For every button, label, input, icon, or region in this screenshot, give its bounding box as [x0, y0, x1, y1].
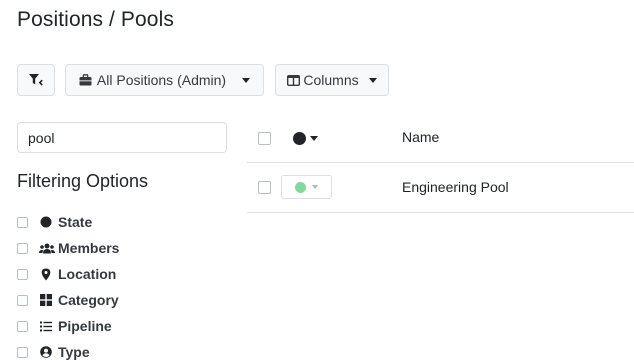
- filter-option-category[interactable]: Category: [17, 287, 119, 313]
- row-checkbox[interactable]: [258, 181, 271, 194]
- filter-checkbox[interactable]: [17, 320, 28, 332]
- table-row: Engineering Pool: [247, 163, 634, 213]
- column-header-name[interactable]: Name: [402, 129, 439, 145]
- status-column-dropdown[interactable]: [293, 132, 318, 145]
- circle-icon: [39, 216, 52, 229]
- map-marker-icon: [39, 268, 52, 281]
- filter-option-label: State: [58, 214, 93, 230]
- row-status-select[interactable]: [281, 175, 332, 199]
- filter-options-list: State Members Location Category Pipeline…: [17, 209, 119, 360]
- positions-dropdown-label: All Positions (Admin): [96, 72, 227, 88]
- list-icon: [39, 320, 52, 333]
- grid-icon: [39, 294, 52, 307]
- row-name-cell[interactable]: Engineering Pool: [402, 179, 509, 195]
- columns-icon: [287, 74, 301, 86]
- filter-option-label: Pipeline: [58, 318, 112, 334]
- users-icon: [39, 242, 55, 255]
- positions-table: Name Engineering Pool: [247, 114, 634, 213]
- chevron-down-icon: [312, 185, 318, 189]
- select-all-checkbox[interactable]: [258, 132, 271, 145]
- columns-dropdown-label: Columns: [303, 72, 359, 88]
- status-circle-icon: [293, 132, 306, 145]
- filter-toggle-button[interactable]: [17, 64, 55, 96]
- user-circle-icon: [39, 346, 52, 359]
- filter-checkbox[interactable]: [17, 216, 28, 228]
- page-title: Positions / Pools: [17, 8, 174, 31]
- filter-option-label: Members: [58, 240, 120, 256]
- chevron-down-icon: [310, 136, 318, 141]
- filter-checkbox[interactable]: [17, 268, 28, 280]
- filter-checkbox[interactable]: [17, 346, 28, 358]
- table-header-row: Name: [247, 114, 634, 163]
- filter-option-members[interactable]: Members: [17, 235, 119, 261]
- status-circle-icon: [295, 181, 306, 193]
- filter-option-label: Type: [58, 344, 90, 360]
- filter-option-pipeline[interactable]: Pipeline: [17, 313, 119, 339]
- filter-option-label: Location: [58, 266, 117, 282]
- chevron-down-icon: [242, 77, 251, 83]
- search-input[interactable]: [17, 122, 227, 153]
- filter-checkbox[interactable]: [17, 294, 28, 306]
- chevron-down-icon: [368, 77, 377, 83]
- filter-option-location[interactable]: Location: [17, 261, 119, 287]
- filter-option-type[interactable]: Type: [17, 339, 119, 360]
- columns-dropdown[interactable]: Columns: [275, 64, 389, 96]
- filter-options-heading: Filtering Options: [17, 171, 149, 191]
- filter-checkbox[interactable]: [17, 242, 28, 254]
- positions-filter-dropdown[interactable]: All Positions (Admin): [65, 64, 264, 96]
- filter-option-label: Category: [58, 292, 119, 308]
- filter-collapse-icon: [28, 73, 44, 87]
- briefcase-icon: [79, 74, 92, 86]
- page: Positions / Pools All Positions (Admin): [0, 0, 634, 360]
- filter-option-state[interactable]: State: [17, 209, 119, 235]
